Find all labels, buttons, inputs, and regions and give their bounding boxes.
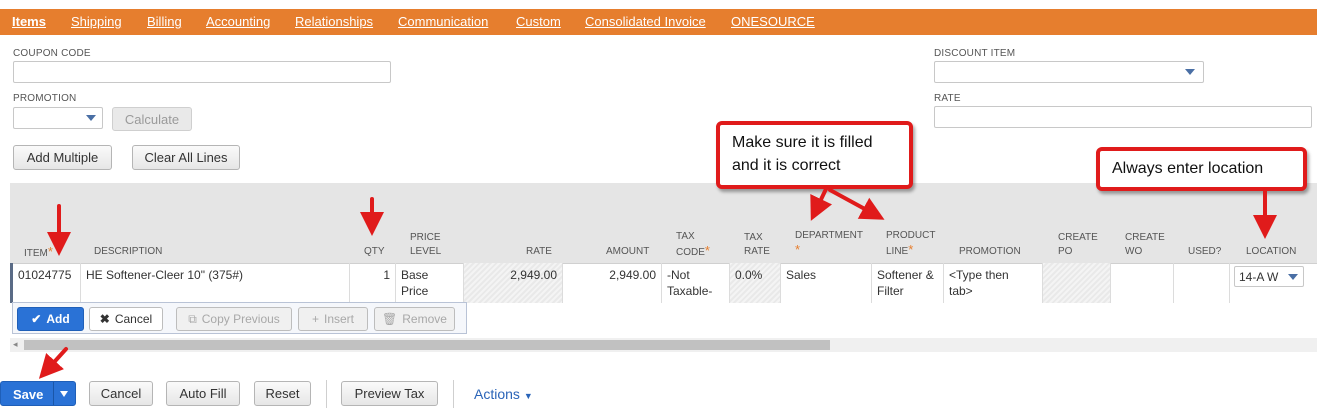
arrow-department-icon bbox=[810, 187, 832, 221]
arrow-product-line-icon bbox=[828, 188, 885, 220]
annotation-arrows bbox=[38, 187, 1277, 379]
arrow-save-icon bbox=[38, 347, 68, 379]
